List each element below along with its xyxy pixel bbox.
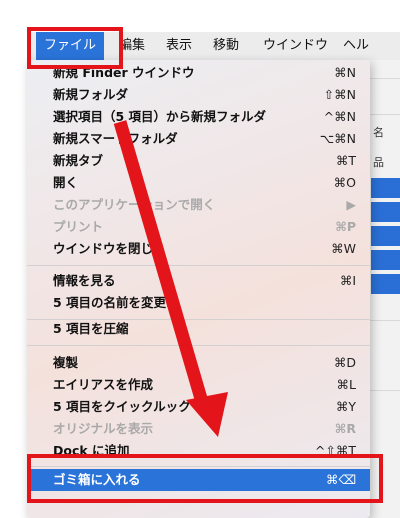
annotation-arrow-icon xyxy=(113,120,228,437)
